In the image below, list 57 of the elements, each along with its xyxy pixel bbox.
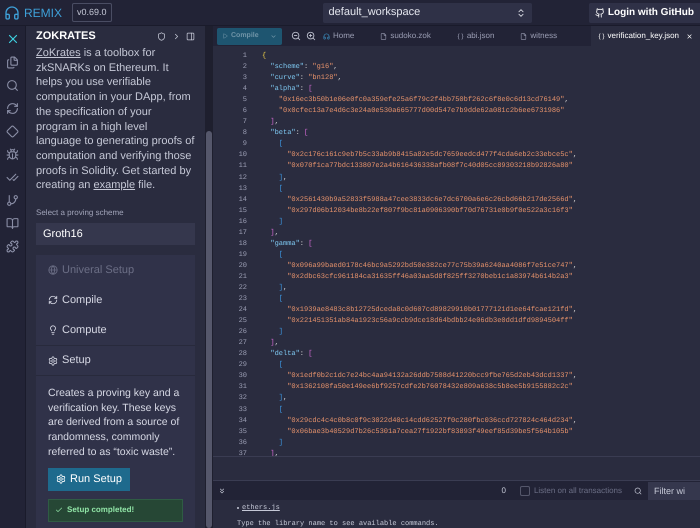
editor-tab[interactable]: abi.json [450,26,502,46]
file-icon [380,32,388,40]
editor-tab[interactable]: Home [316,26,362,46]
branch-icon[interactable] [6,194,19,207]
chevron-right-icon[interactable] [172,32,181,40]
step-header[interactable]: Compute [36,315,195,346]
zoom-out-icon[interactable] [291,31,301,41]
bug-icon[interactable] [6,148,19,161]
collapse-icon[interactable] [218,486,226,494]
version-badge: v0.69.0 [72,2,112,22]
step-header[interactable]: Compile [36,285,195,316]
scheme-select[interactable]: Groth16 [36,223,195,246]
shield-icon [157,32,166,40]
step-icon [48,325,58,336]
step-description: Creates a proving key and a verification key. These keys are derived from a source of randomness, commonly referred to as “toxic waste”. [48,386,180,460]
search-icon[interactable] [6,79,19,92]
diamond-icon[interactable] [6,125,19,138]
refresh-icon[interactable] [6,102,19,115]
play-icon [222,33,228,39]
file-icon [520,32,528,40]
github-icon [594,8,605,18]
step-header[interactable]: Setup [36,346,195,376]
zoom-in-icon[interactable] [306,31,316,41]
book-icon[interactable] [6,217,19,230]
editor-tab[interactable]: witness [513,26,564,46]
run-setup-button[interactable]: Run Setup [48,468,130,491]
editor-tab[interactable]: sudoko.zok [373,26,438,46]
success-alert: Setup completed! [48,498,183,522]
plugin-icon[interactable] [6,240,19,253]
intro-paragraph: ZoKrates is a toolbox for zkSNARKs on Ethereum. It helps you use verifiable computation in your DApp, from the specification of your program in a high level language to generating proofs of computation and verifying those proofs in Solidity. Get started by creating an example file. [35,46,196,194]
panel-scrollbar[interactable] [205,26,213,528]
step-icon [48,265,58,276]
search-icon[interactable] [634,486,642,494]
filter-field[interactable]: Filter wi [648,482,700,500]
login-button[interactable]: Login with GitHub [588,2,700,22]
listen-label: Listen on all transactions [534,484,622,496]
workspace-select[interactable]: default_workspace [322,2,532,22]
gear-icon [56,474,66,484]
select-arrows-icon [516,8,526,18]
intro-link[interactable]: ZoKrates [36,47,81,59]
transaction-count: 0 [501,484,506,496]
listen-checkbox[interactable] [520,486,530,496]
intro-link[interactable]: example [93,179,136,192]
panel-toggle-icon[interactable] [186,32,195,40]
braces-icon [598,32,605,40]
panel-title: ZOKRATES [36,28,97,44]
close-icon[interactable] [686,32,693,40]
scheme-label: Select a proving scheme [35,207,125,220]
files-icon[interactable] [6,56,19,69]
double-check-icon[interactable] [6,171,19,184]
caret-icon [270,32,277,40]
editor-tab[interactable]: verification_key.json [590,26,700,46]
step-icon [48,356,58,366]
step-icon [48,295,58,306]
check-icon [55,506,63,514]
braces-icon [456,32,464,40]
brand-name: REMIX [24,4,62,22]
